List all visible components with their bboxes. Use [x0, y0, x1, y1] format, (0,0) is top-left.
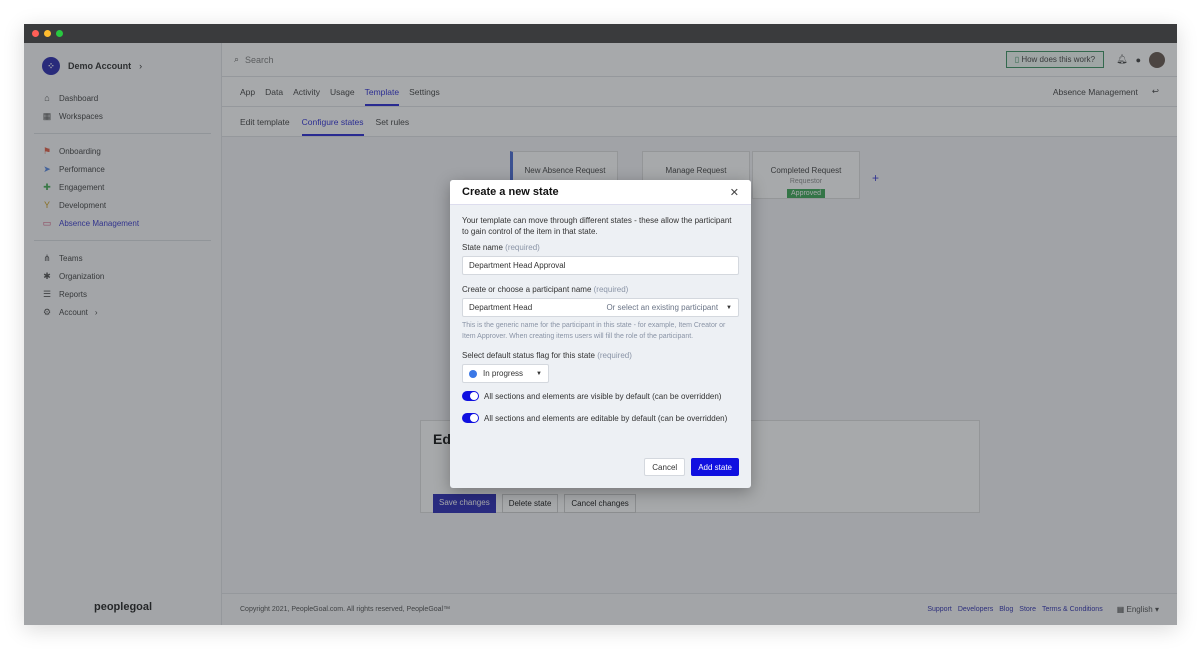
modal-intro: Your template can move through different… [462, 216, 732, 236]
visible-toggle-label: All sections and elements are visible by… [484, 392, 722, 401]
title-bar [24, 24, 1177, 43]
status-value: In progress [483, 369, 524, 378]
maximize-window-button[interactable] [56, 30, 63, 37]
state-name-input[interactable]: Department Head Approval [462, 256, 739, 275]
state-name-label: State name [462, 243, 503, 252]
caret-down-icon: ▼ [726, 304, 732, 311]
status-label: Select default status flag for this stat… [462, 351, 595, 360]
close-window-button[interactable] [32, 30, 39, 37]
close-icon[interactable]: ✕ [730, 186, 739, 199]
create-state-modal: Create a new state ✕ Your template can mo… [450, 180, 751, 488]
participant-value: Department Head [469, 303, 533, 312]
participant-select-placeholder: Or select an existing participant [606, 303, 719, 312]
cancel-button[interactable]: Cancel [644, 458, 686, 476]
editable-toggle-label: All sections and elements are editable b… [484, 414, 728, 423]
visible-toggle[interactable] [462, 391, 479, 401]
editable-toggle[interactable] [462, 413, 479, 423]
required-tag: (required) [505, 243, 540, 252]
add-state-button[interactable]: Add state [691, 458, 739, 476]
minimize-window-button[interactable] [44, 30, 51, 37]
required-tag: (required) [597, 351, 632, 360]
participant-label: Create or choose a participant name [462, 285, 592, 294]
required-tag: (required) [593, 285, 629, 294]
participant-hint: This is the generic name for the partici… [462, 322, 726, 340]
modal-title: Create a new state [462, 186, 559, 198]
status-dot-icon [469, 369, 477, 378]
status-select[interactable]: In progress ▼ [462, 364, 549, 383]
caret-down-icon: ▼ [536, 370, 542, 377]
participant-combobox[interactable]: Department Head Or select an existing par… [462, 298, 739, 317]
